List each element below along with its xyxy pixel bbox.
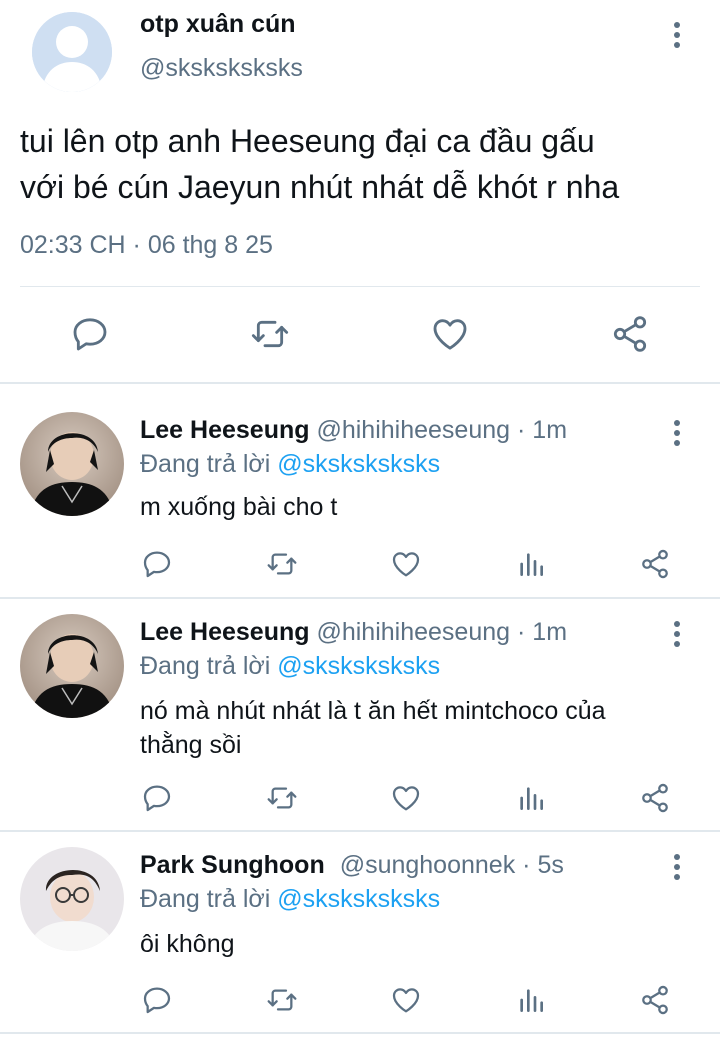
separator-dot: · xyxy=(517,618,526,646)
share-icon[interactable] xyxy=(639,548,671,580)
reply-text-line: thằng sồi xyxy=(140,731,242,759)
reply-author-name[interactable]: Lee Heeseung xyxy=(140,416,310,444)
retweet-icon[interactable] xyxy=(266,782,298,814)
avatar[interactable] xyxy=(20,847,124,951)
tweet-text: tui lên otp anh Heeseung đại ca đầu gấu … xyxy=(20,118,700,210)
separator-dot: · xyxy=(522,851,531,879)
reply-time: 1m xyxy=(532,416,568,444)
like-icon[interactable] xyxy=(390,782,422,814)
reply-tweet[interactable]: Lee Heeseung @hihihiheeseung · 1m Đang t… xyxy=(0,384,720,596)
more-options-icon[interactable] xyxy=(672,621,682,651)
reply-author-handle[interactable]: @hihihiheeseung xyxy=(316,416,510,444)
retweet-icon[interactable] xyxy=(266,548,298,580)
share-icon[interactable] xyxy=(610,314,650,354)
mention-link[interactable]: @sksksksksks xyxy=(277,652,440,680)
replying-to-label: Đang trả lời xyxy=(140,885,271,913)
reply-tweet[interactable]: Park Sunghoon @sunghoonnek · 5s Đang trả… xyxy=(0,832,720,1032)
reply-action-bar xyxy=(0,984,720,1024)
divider xyxy=(0,1032,720,1034)
tweet-action-bar xyxy=(0,287,720,382)
more-options-icon[interactable] xyxy=(672,420,682,450)
replying-to-label: Đang trả lời xyxy=(140,652,271,680)
reply-text-line: ôi không xyxy=(140,930,235,958)
reply-action-bar xyxy=(0,548,720,588)
reply-text-line: nó mà nhút nhát là t ăn hết mintchoco củ… xyxy=(140,697,606,725)
analytics-icon[interactable] xyxy=(515,984,547,1016)
tweet-author-name[interactable]: otp xuân cún xyxy=(140,10,296,39)
like-icon[interactable] xyxy=(390,984,422,1016)
reply-header: Lee Heeseung @hihihiheeseung · 1m xyxy=(140,618,567,647)
reply-text: nó mà nhút nhát là t ăn hết mintchoco củ… xyxy=(140,694,700,762)
replying-to: Đang trả lời @sksksksksks xyxy=(140,885,440,914)
reply-author-name[interactable]: Lee Heeseung xyxy=(140,618,310,646)
reply-icon[interactable] xyxy=(70,314,110,354)
avatar[interactable] xyxy=(20,614,124,718)
reply-icon[interactable] xyxy=(141,782,173,814)
reply-time: 5s xyxy=(537,851,564,879)
reply-author-handle[interactable]: @hihihiheeseung xyxy=(316,618,510,646)
analytics-icon[interactable] xyxy=(515,782,547,814)
tweet-text-line: tui lên otp anh Heeseung đại ca đầu gấu xyxy=(20,123,595,159)
reply-text: ôi không xyxy=(140,927,700,961)
reply-header: Park Sunghoon @sunghoonnek · 5s xyxy=(140,851,564,880)
reply-time: 1m xyxy=(532,618,568,646)
tweet-timestamp[interactable]: 02:33 CH · 06 thg 8 25 xyxy=(20,231,273,260)
default-avatar[interactable] xyxy=(32,12,112,92)
reply-text-line: m xuống bài cho t xyxy=(140,493,338,521)
reply-author-handle[interactable]: @sunghoonnek xyxy=(340,851,516,879)
retweet-icon[interactable] xyxy=(266,984,298,1016)
tweet-text-line: với bé cún Jaeyun nhút nhát dễ khót r nh… xyxy=(20,169,620,205)
reply-action-bar xyxy=(0,782,720,822)
replying-to: Đang trả lời @sksksksksks xyxy=(140,450,440,479)
main-tweet: otp xuân cún @sksksksksks tui lên otp an… xyxy=(0,0,720,383)
avatar[interactable] xyxy=(20,412,124,516)
replying-to: Đang trả lời @sksksksksks xyxy=(140,652,440,681)
reply-text: m xuống bài cho t xyxy=(140,490,700,524)
separator-dot: · xyxy=(517,416,526,444)
share-icon[interactable] xyxy=(639,984,671,1016)
analytics-icon[interactable] xyxy=(515,548,547,580)
reply-tweet[interactable]: Lee Heeseung @hihihiheeseung · 1m Đang t… xyxy=(0,599,720,829)
more-options-icon[interactable] xyxy=(672,854,682,884)
more-options-icon[interactable] xyxy=(672,22,682,52)
like-icon[interactable] xyxy=(390,548,422,580)
reply-icon[interactable] xyxy=(141,984,173,1016)
reply-header: Lee Heeseung @hihihiheeseung · 1m xyxy=(140,416,567,445)
mention-link[interactable]: @sksksksksks xyxy=(277,885,440,913)
share-icon[interactable] xyxy=(639,782,671,814)
like-icon[interactable] xyxy=(430,314,470,354)
mention-link[interactable]: @sksksksksks xyxy=(277,450,440,478)
retweet-icon[interactable] xyxy=(250,314,290,354)
tweet-author-handle[interactable]: @sksksksksks xyxy=(140,54,303,83)
replying-to-label: Đang trả lời xyxy=(140,450,271,478)
reply-author-name[interactable]: Park Sunghoon xyxy=(140,851,325,879)
reply-icon[interactable] xyxy=(141,548,173,580)
